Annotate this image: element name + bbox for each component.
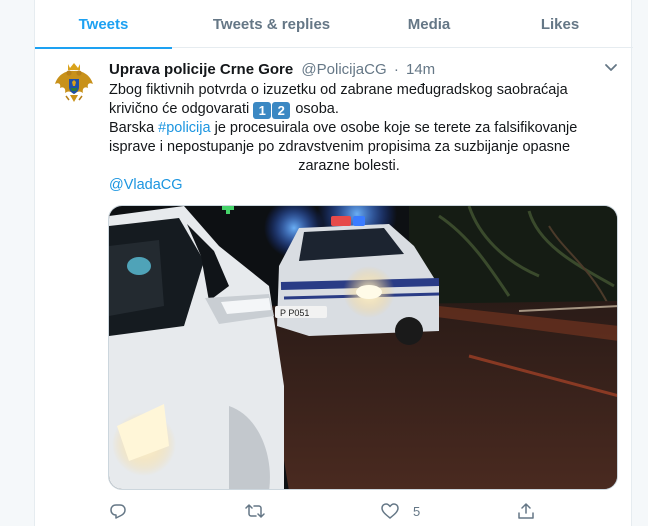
tweet-line-2-text: krivično će odgovarati [109,101,250,117]
tab-tweets[interactable]: Tweets [35,0,172,49]
tab-media[interactable]: Media [371,0,487,48]
tweet-line-3: Barska #policija je procesuirala ove oso… [109,119,609,138]
retweet-button[interactable] [245,500,265,522]
coat-of-arms-icon [49,58,99,108]
tweet-text: Zbog fiktivnih potvrda o izuzetku od zab… [109,81,609,195]
reply-icon [110,504,126,519]
mention-link[interactable]: @VladaCG [109,176,609,195]
police-cars-photo: P P051 [109,206,617,489]
tweet-photo[interactable]: P P051 [108,205,618,490]
tab-tweets-replies[interactable]: Tweets & replies [172,0,371,48]
hashtag-link[interactable]: #policija [158,120,210,136]
share-icon [518,503,534,519]
retweet-icon [245,504,265,518]
heart-icon [381,503,399,519]
like-button[interactable]: 5 [381,500,420,522]
tab-likes[interactable]: Likes [487,0,633,48]
profile-tabs: Tweets Tweets & replies Media Likes [35,0,633,49]
timeline-frame: Tweets Tweets & replies Media Likes Upra… [34,0,633,526]
tweet-actions: 5 [109,500,534,522]
tweet-line-5: zarazne bolesti. [298,158,400,174]
tweet-line-2-end: osoba. [295,101,339,117]
author-handle[interactable]: @PolicijaCG [301,61,386,78]
tweet-line-2: krivično će odgovarati 12 osoba. [109,100,609,119]
tweet-line-4: isprave i nepostupanje po zdravstvenim p… [109,139,571,155]
keycap-2-emoji: 2 [272,102,291,119]
author-name[interactable]: Uprava policije Crne Gore [109,61,293,78]
reply-button[interactable] [109,500,127,522]
share-button[interactable] [517,500,535,522]
chevron-down-icon[interactable] [603,60,619,76]
tweet-line-1: Zbog fiktivnih potvrda o izuzetku od zab… [109,82,568,98]
license-plate: P P051 [280,308,309,318]
tweet-timestamp[interactable]: 14m [406,61,435,78]
like-count: 5 [413,503,421,519]
avatar[interactable] [49,58,99,108]
tweet-line-3-start: Barska [109,120,155,136]
keycap-1-emoji: 1 [253,102,272,119]
tweet-line-3-end: je procesuirala ove osobe koje se terete… [214,120,578,136]
header-separator: · [393,61,399,78]
tweet-header: Uprava policije Crne Gore @PolicijaCG · … [109,60,435,80]
